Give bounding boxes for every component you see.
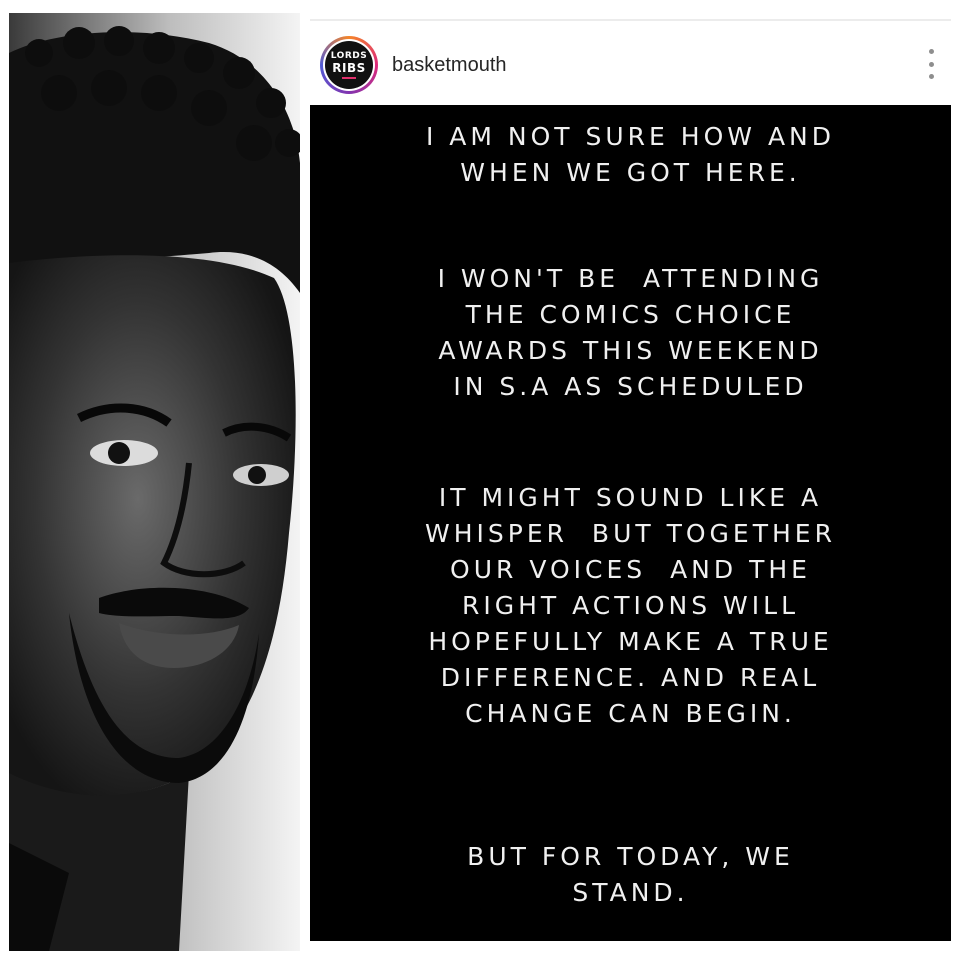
story-paragraph-4: BUT FOR TODAY, WE STAND. bbox=[310, 839, 951, 911]
story-line: CHANGE CAN BEGIN. bbox=[465, 699, 796, 728]
post-image[interactable]: I AM NOT SURE HOW AND WHEN WE GOT HERE. … bbox=[310, 105, 951, 941]
story-line: STAND. bbox=[572, 878, 689, 907]
story-line: HOPEFULLY MAKE A TRUE bbox=[428, 627, 833, 656]
story-line: IT MIGHT SOUND LIKE A bbox=[438, 483, 823, 512]
story-paragraph-1: I AM NOT SURE HOW AND WHEN WE GOT HERE. bbox=[310, 119, 951, 191]
collage: LORDS RIBS basketmouth I AM NOT SURE HOW… bbox=[0, 0, 960, 960]
story-paragraph-2: I WON'T BE ATTENDING THE COMICS CHOICE A… bbox=[310, 261, 951, 405]
post-header: LORDS RIBS basketmouth bbox=[310, 27, 951, 103]
portrait-photo bbox=[9, 13, 300, 951]
divider bbox=[310, 19, 951, 21]
menu-dot bbox=[928, 61, 934, 67]
avatar[interactable]: LORDS RIBS bbox=[325, 41, 373, 89]
menu-dot bbox=[928, 49, 934, 54]
story-line: I WON'T BE ATTENDING bbox=[437, 264, 824, 293]
story-line: OUR VOICES AND THE bbox=[450, 555, 811, 584]
story-line: AWARDS THIS WEEKEND bbox=[438, 336, 823, 365]
story-line: IN S.A AS SCHEDULED bbox=[453, 372, 808, 401]
avatar-border: LORDS RIBS bbox=[323, 39, 375, 91]
story-line: I AM NOT SURE HOW AND bbox=[425, 122, 835, 151]
avatar-logo-line2: RIBS bbox=[332, 60, 366, 75]
more-vertical-icon[interactable] bbox=[925, 49, 937, 79]
story-line: WHEN WE GOT HERE. bbox=[460, 158, 801, 187]
username[interactable]: basketmouth bbox=[392, 54, 507, 77]
story-line: RIGHT ACTIONS WILL bbox=[461, 591, 800, 620]
story-line: BUT FOR TODAY, WE bbox=[467, 842, 794, 871]
story-paragraph-3: IT MIGHT SOUND LIKE A WHISPER BUT TOGETH… bbox=[310, 480, 951, 732]
story-line: DIFFERENCE. AND REAL bbox=[440, 663, 821, 692]
avatar-logo-line1: LORDS bbox=[330, 50, 368, 61]
avatar-logo-accent bbox=[342, 76, 356, 79]
instagram-post: LORDS RIBS basketmouth I AM NOT SURE HOW… bbox=[310, 13, 951, 941]
story-line: WHISPER BUT TOGETHER bbox=[425, 519, 836, 548]
story-ring[interactable]: LORDS RIBS bbox=[320, 36, 378, 94]
portrait-illustration bbox=[9, 13, 300, 951]
story-line: THE COMICS CHOICE bbox=[465, 300, 796, 329]
menu-dot bbox=[928, 74, 934, 79]
